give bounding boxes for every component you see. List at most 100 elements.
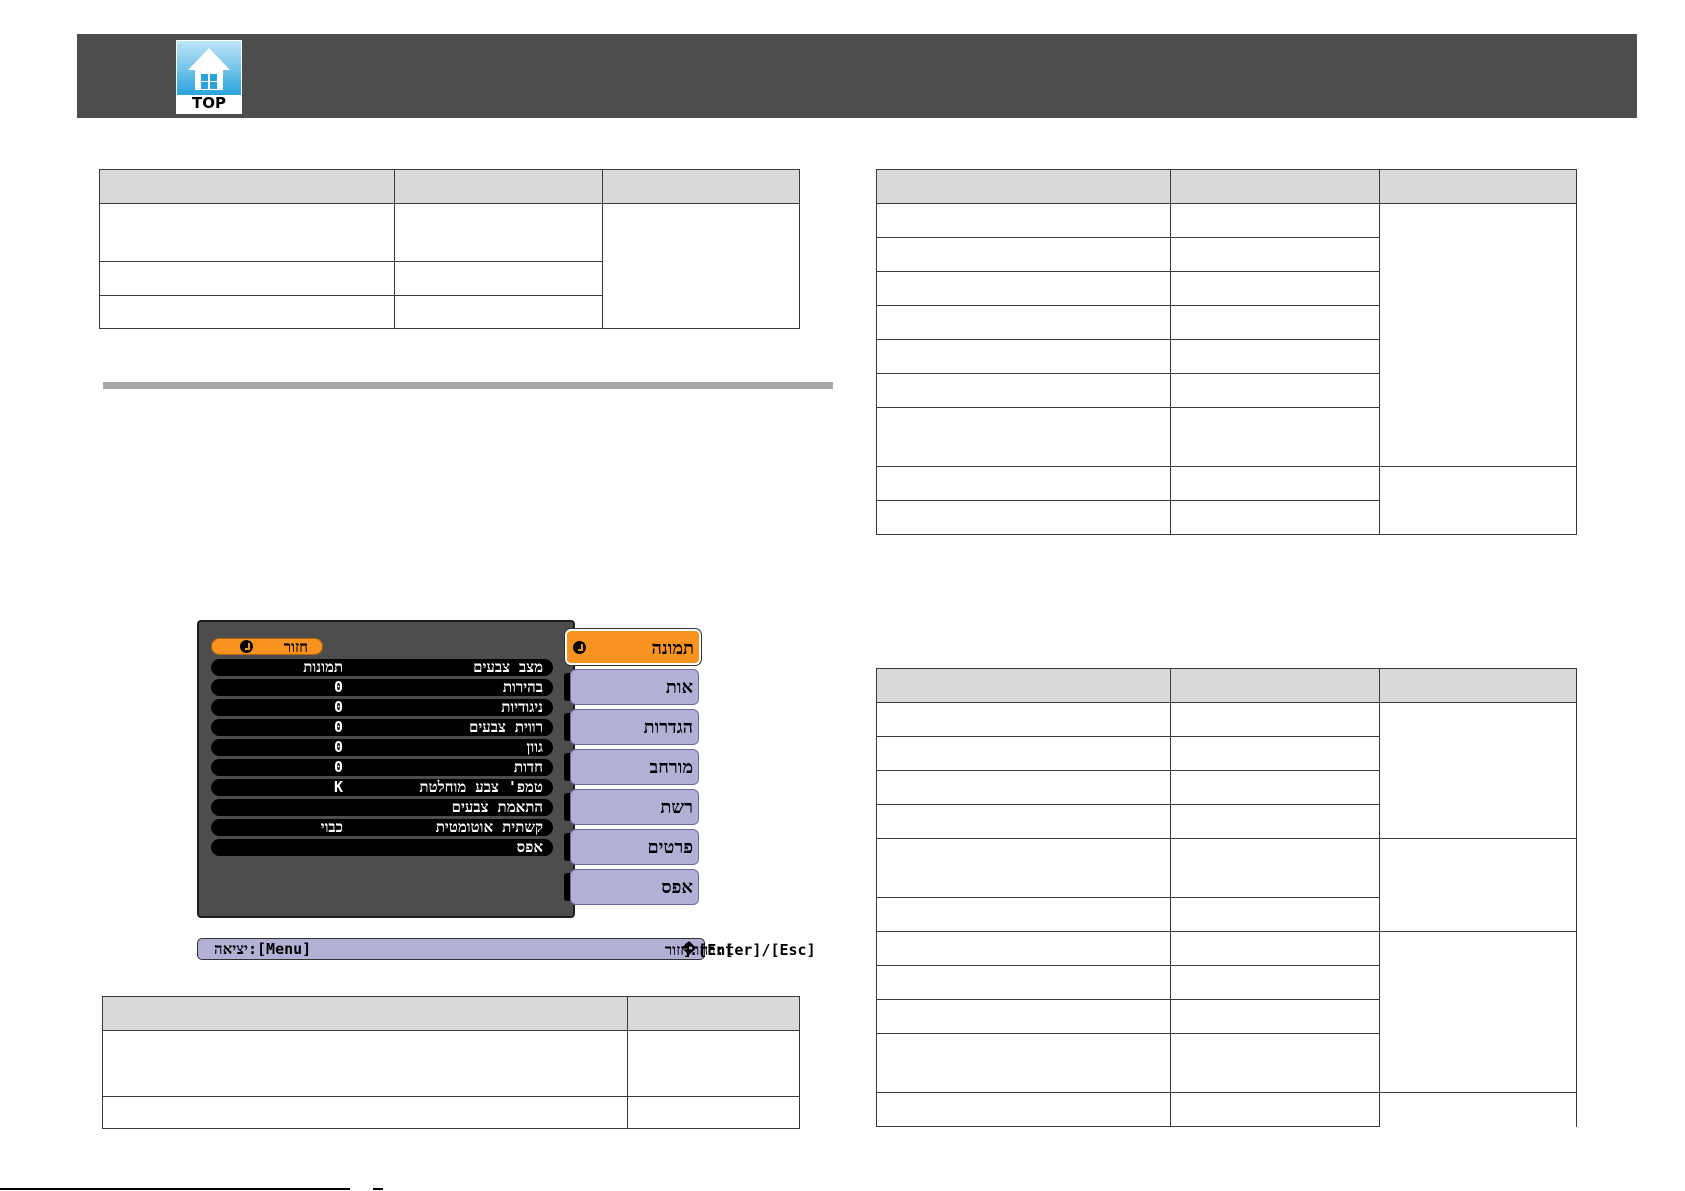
tab-label: רשת — [660, 797, 693, 818]
tab-label: מורחב — [649, 757, 693, 778]
table-cell — [876, 965, 1171, 1000]
table-cell — [1170, 1033, 1380, 1093]
tab-extended[interactable]: מורחב — [570, 749, 699, 785]
table-header-cell — [876, 668, 1171, 703]
menu-item-value: 0 — [333, 738, 343, 756]
table-header-row — [876, 668, 1577, 703]
table-cell — [876, 1033, 1171, 1093]
menu-panel: חזור מצב צבעים תמונות בהירות 0 ניגודיות … — [197, 620, 575, 918]
table-header-cell — [394, 169, 603, 204]
menu-item-value: 0 — [333, 678, 343, 696]
menu-item-auto-iris[interactable]: קשתית אוטומטית כבוי — [211, 818, 553, 836]
status-exit: יציאה:[Menu] — [214, 940, 312, 958]
tab-label: פרטים — [647, 837, 693, 858]
table-cell — [1170, 999, 1380, 1034]
tab-settings[interactable]: הגדרות — [570, 709, 699, 745]
section-divider — [103, 382, 833, 389]
menu-item-tint[interactable]: גוון 0 — [211, 738, 553, 756]
table-header-cell — [1379, 169, 1577, 204]
menu-item-color-temperature[interactable]: טמפ' צבע מוחלטת K — [211, 778, 553, 796]
tab-reset[interactable]: אפס — [570, 869, 699, 905]
back-button[interactable]: חזור — [211, 638, 323, 656]
table-cell — [99, 295, 395, 329]
table-header-cell — [99, 169, 395, 204]
tab-image[interactable]: תמונה — [565, 629, 701, 665]
table-cell — [1170, 237, 1380, 272]
table-cell — [876, 407, 1171, 467]
table-cell — [1379, 466, 1577, 535]
table-cell — [627, 1096, 800, 1129]
menu-item-reset[interactable]: אפס — [211, 838, 553, 856]
menu-item-sharpness[interactable]: חדות 0 — [211, 758, 553, 776]
table-cell — [394, 261, 603, 296]
table-cell — [1170, 804, 1380, 839]
table-cell — [99, 203, 395, 262]
table-settings-top-right — [876, 169, 1577, 535]
menu-item-label: גוון — [526, 738, 543, 756]
table-cell — [1170, 702, 1380, 737]
menu-item-brightness[interactable]: בהירות 0 — [211, 678, 553, 696]
menu-item-color-adjustment[interactable]: התאמת צבעים — [211, 798, 553, 816]
table-cell — [1170, 897, 1380, 932]
menu-item-color-mode[interactable]: מצב צבעים תמונות — [211, 658, 553, 676]
table-cell — [1170, 770, 1380, 805]
status-select: בחר:[ — [692, 941, 734, 959]
menu-item-label: בהירות — [502, 678, 543, 696]
table-cell — [876, 237, 1171, 272]
table-cell — [876, 804, 1171, 839]
menu-item-contrast[interactable]: ניגודיות 0 — [211, 698, 553, 716]
house-icon — [177, 41, 241, 95]
table-header-cell — [1170, 668, 1380, 703]
table-cell — [1379, 1092, 1577, 1127]
table-row — [876, 466, 1577, 535]
menu-item-label: רווית צבעים — [468, 718, 543, 736]
top-link[interactable]: TOP — [176, 40, 242, 114]
table-cell — [876, 271, 1171, 306]
table-cell — [1379, 838, 1577, 932]
footer-rule — [0, 1188, 350, 1190]
table-cell — [1379, 931, 1577, 1093]
menu-item-value: 0 — [333, 698, 343, 716]
table-row — [99, 203, 800, 329]
table-cell — [1170, 407, 1380, 467]
table-row — [876, 931, 1577, 1093]
table-cell — [1170, 203, 1380, 238]
table-header-cell — [102, 996, 628, 1031]
tab-info[interactable]: פרטים — [570, 829, 699, 865]
table-settings-bottom-left — [102, 996, 800, 1129]
table-settings-bottom-right — [876, 668, 1577, 1127]
table-header-cell — [602, 169, 800, 204]
table-cell — [1170, 339, 1380, 374]
tab-label: תמונה — [651, 638, 694, 659]
table-cell — [1170, 838, 1380, 898]
menu-item-label: מצב צבעים — [473, 658, 543, 676]
table-cell — [1379, 702, 1577, 839]
table-row — [876, 203, 1577, 467]
tab-signal[interactable]: אות — [570, 669, 699, 705]
menu-item-value: 0 — [333, 718, 343, 736]
table-cell — [876, 305, 1171, 340]
table-row — [102, 1096, 800, 1129]
table-cell — [876, 466, 1171, 501]
table-cell — [394, 295, 603, 329]
table-cell — [1170, 965, 1380, 1000]
tab-label: אפס — [661, 877, 693, 898]
projector-menu: חזור מצב צבעים תמונות בהירות 0 ניגודיות … — [197, 620, 816, 972]
table-row — [876, 838, 1577, 932]
header-bar — [77, 34, 1637, 118]
table-cell — [394, 203, 603, 262]
table-header-cell — [1379, 668, 1577, 703]
menu-item-label: התאמת צבעים — [451, 798, 543, 816]
menu-item-value: תמונות — [303, 658, 343, 676]
table-header-row — [102, 996, 800, 1031]
table-cell — [876, 702, 1171, 737]
table-header-row — [99, 169, 800, 204]
table-cell — [876, 838, 1171, 898]
menu-item-saturation[interactable]: רווית צבעים 0 — [211, 718, 553, 736]
table-cell — [876, 999, 1171, 1034]
back-label: חזור — [283, 638, 308, 656]
menu-item-label: טמפ' צבע מוחלטת — [419, 778, 543, 796]
table-cell — [602, 203, 800, 329]
table-cell — [876, 339, 1171, 374]
tab-network[interactable]: רשת — [570, 789, 699, 825]
